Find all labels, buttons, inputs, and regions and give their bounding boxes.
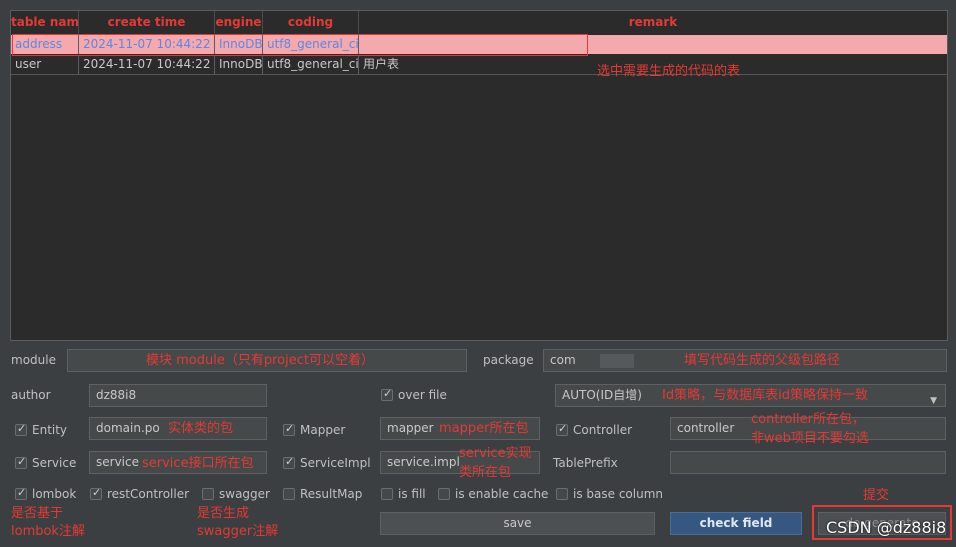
service-checkbox[interactable]: Service [15,455,77,470]
annotation-serviceimpl-line2: 类所在包 [459,465,512,480]
cell-engine: InnoDB [215,55,263,74]
swagger-label: swagger [219,487,270,501]
annotation-serviceimpl-line1: service实现 [459,446,532,461]
mapper-checkbox[interactable]: Mapper [283,422,346,437]
checkbox-icon [438,487,450,500]
checkbox-icon [381,487,393,500]
checkbox-icon [15,422,27,436]
table-prefix-input[interactable] [670,451,946,474]
selected-row-highlight-box [12,34,588,56]
package-value: com [550,353,576,367]
watermark: CSDN @dz88i8 [826,518,947,537]
table-row[interactable]: user 2024-11-07 10:44:22 InnoDB utf8_gen… [11,55,947,75]
serviceimpl-label: ServiceImpl [300,456,371,470]
annotation-mapper: mapper所在包 [439,421,529,436]
is-base-column-label: is base column [573,487,663,501]
service-label: Service [32,456,77,470]
result-map-label: ResultMap [300,487,363,501]
over-file-label: over file [398,388,447,402]
swagger-checkbox[interactable]: swagger [202,487,270,501]
cell-table-name: user [11,55,79,74]
annotation-lombok-line1: 是否基于 [11,506,64,521]
is-base-column-checkbox[interactable]: is base column [556,487,663,501]
table-list[interactable]: table name create time engine coding rem… [10,10,948,341]
column-header-coding[interactable]: coding [263,11,359,33]
annotation-select-table: 选中需要生成的代码的表 [597,64,741,79]
checkbox-icon [556,422,568,436]
package-label: package [483,353,534,367]
controller-label: Controller [573,423,633,437]
annotation-lombok-line2: lombok注解 [11,524,85,539]
checkbox-icon [381,387,393,401]
checkbox-icon [283,487,295,500]
result-map-checkbox[interactable]: ResultMap [283,487,362,501]
author-label: author [11,388,51,402]
is-enable-cache-checkbox[interactable]: is enable cache [438,487,548,501]
chevron-down-icon: ▼ [930,396,937,406]
save-button[interactable]: save [380,512,655,535]
lombok-label: lombok [32,487,77,501]
serviceimpl-checkbox[interactable]: ServiceImpl [283,455,371,470]
column-header-table-name[interactable]: table name [11,11,79,33]
mapper-label: Mapper [300,423,346,437]
controller-checkbox[interactable]: Controller [556,422,633,437]
entity-checkbox[interactable]: Entity [15,422,68,437]
checkbox-icon [15,455,27,469]
annotation-submit: 提交 [863,488,890,503]
checkbox-icon [202,487,214,500]
module-label: module [11,353,56,367]
lombok-checkbox[interactable]: lombok [15,486,77,501]
entity-label: Entity [32,423,68,437]
checkbox-icon [90,486,102,500]
checkbox-icon [283,422,295,436]
author-input[interactable]: dz88i8 [89,384,267,407]
annotation-controller-line1: controller所在包， [751,412,866,427]
checkbox-icon [283,455,295,469]
annotation-swagger-line1: 是否生成 [197,506,250,521]
annotation-service: service接口所在包 [142,456,254,471]
cell-coding: utf8_general_ci [263,55,359,74]
rest-controller-label: restController [107,487,190,501]
annotation-module: 模块 module（只有project可以空着） [146,353,374,368]
column-header-remark[interactable]: remark [359,11,947,33]
is-fill-checkbox[interactable]: is fill [381,487,426,501]
redacted-block [600,354,634,368]
column-header-create-time[interactable]: create time [79,11,215,33]
annotation-entity: 实体类的包 [168,421,234,436]
annotation-swagger-line2: swagger注解 [197,524,279,539]
rest-controller-checkbox[interactable]: restController [90,486,190,501]
over-file-checkbox[interactable]: over file [381,387,447,402]
cell-create-time: 2024-11-07 10:44:22 [79,55,215,74]
table-prefix-label: TablePrefix [553,456,618,470]
checkbox-icon [556,487,568,500]
column-header-engine[interactable]: engine [215,11,263,33]
id-strategy-value: AUTO(ID自增) [562,388,642,402]
annotation-package: 填写代码生成的父级包路径 [684,353,841,368]
is-fill-label: is fill [398,487,426,501]
is-enable-cache-label: is enable cache [455,487,549,501]
annotation-controller-line2: 非web项目不要勾选 [751,431,869,446]
checkbox-icon [15,486,27,500]
annotation-id-strategy: Id策略，与数据库表id策略保持一致 [662,388,868,403]
check-field-button[interactable]: check field [670,512,802,535]
